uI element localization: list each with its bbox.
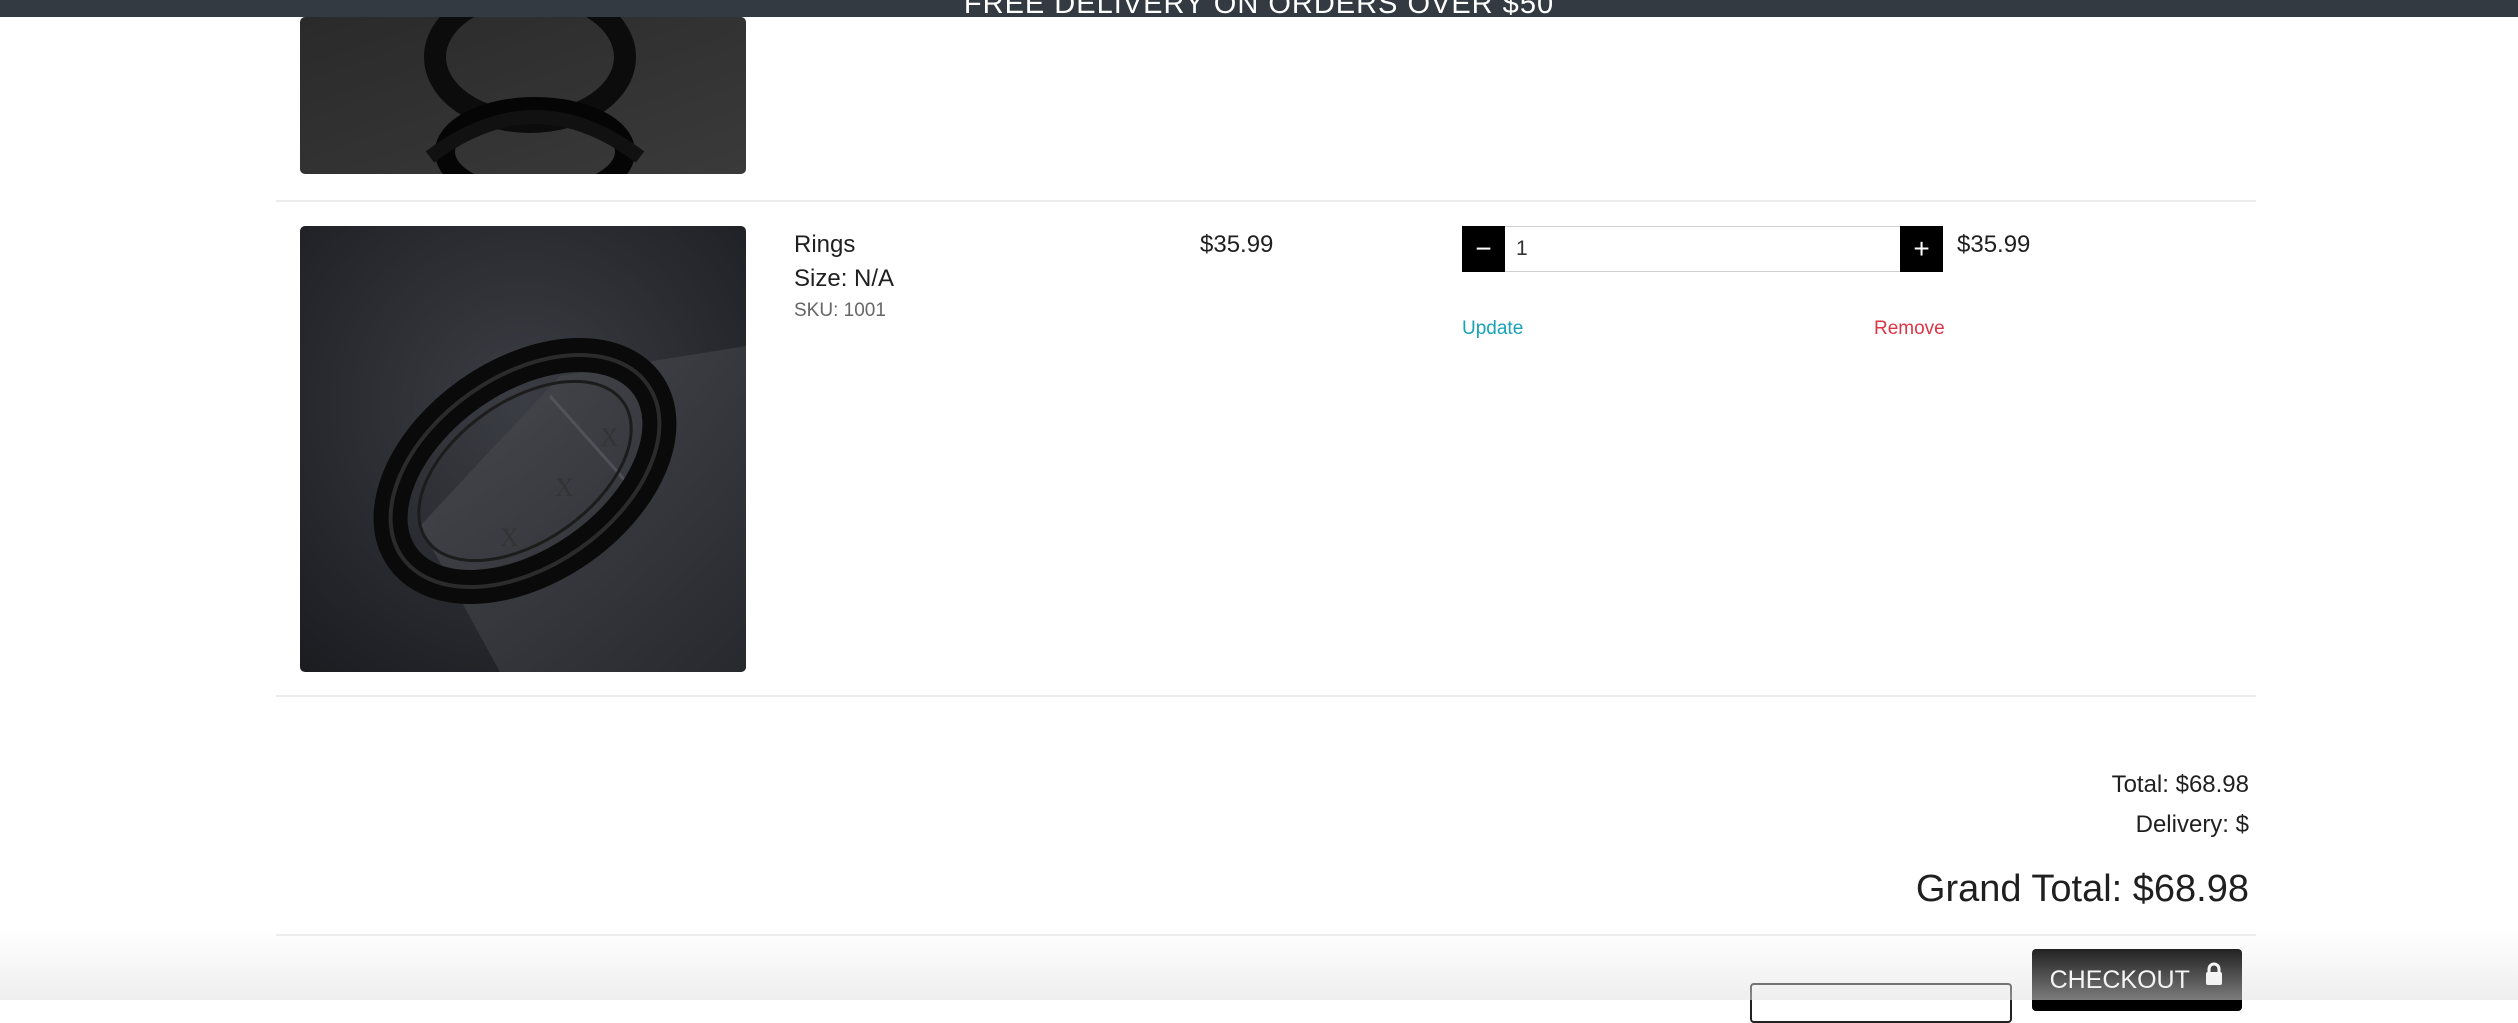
- product-name[interactable]: Rings: [794, 228, 894, 262]
- delivery-amount: Delivery: $: [2135, 811, 2249, 838]
- product-sku: SKU: 1001: [794, 300, 886, 321]
- divider: [276, 934, 2256, 936]
- lock-icon: [2204, 947, 2224, 1009]
- update-link[interactable]: Update: [1462, 318, 1523, 340]
- total-amount: Total: $68.98: [2111, 771, 2249, 798]
- checkout-button[interactable]: CHECKOUT: [2032, 949, 2242, 1011]
- quantity-input[interactable]: [1505, 226, 1900, 272]
- line-subtotal: $35.99: [1957, 231, 2031, 258]
- decrement-button[interactable]: −: [1462, 226, 1505, 272]
- product-price: $35.99: [1200, 231, 1274, 258]
- cart-row-previous: [276, 17, 2256, 202]
- product-info: Rings Size: N/A SKU: 1001: [794, 228, 894, 326]
- delivery-banner-text: FREE DELIVERY ON ORDERS OVER $50: [963, 0, 1555, 17]
- grand-total: Grand Total: $68.98: [1915, 868, 2249, 910]
- shopping-bag: X X X Rings Size: N/A SKU: 1001 $35.99 −…: [276, 17, 2256, 1023]
- svg-text:X: X: [555, 473, 574, 502]
- product-image-previous[interactable]: [300, 17, 746, 174]
- order-totals: Total: $68.98 Delivery: $: [2112, 765, 2249, 845]
- svg-text:X: X: [500, 523, 519, 552]
- quantity-stepper: − +: [1462, 226, 1943, 272]
- increment-button[interactable]: +: [1900, 226, 1943, 272]
- cart-row-item: X X X Rings Size: N/A SKU: 1001 $35.99 −…: [276, 202, 2256, 697]
- delivery-banner: FREE DELIVERY ON ORDERS OVER $50: [0, 0, 2518, 17]
- checkout-label: CHECKOUT: [2049, 966, 2190, 994]
- keep-shopping-button[interactable]: [1750, 983, 2012, 1023]
- svg-text:X: X: [600, 423, 619, 452]
- product-image[interactable]: X X X: [300, 226, 746, 672]
- remove-link[interactable]: Remove: [1874, 318, 1945, 340]
- product-size: Size: N/A: [794, 265, 895, 292]
